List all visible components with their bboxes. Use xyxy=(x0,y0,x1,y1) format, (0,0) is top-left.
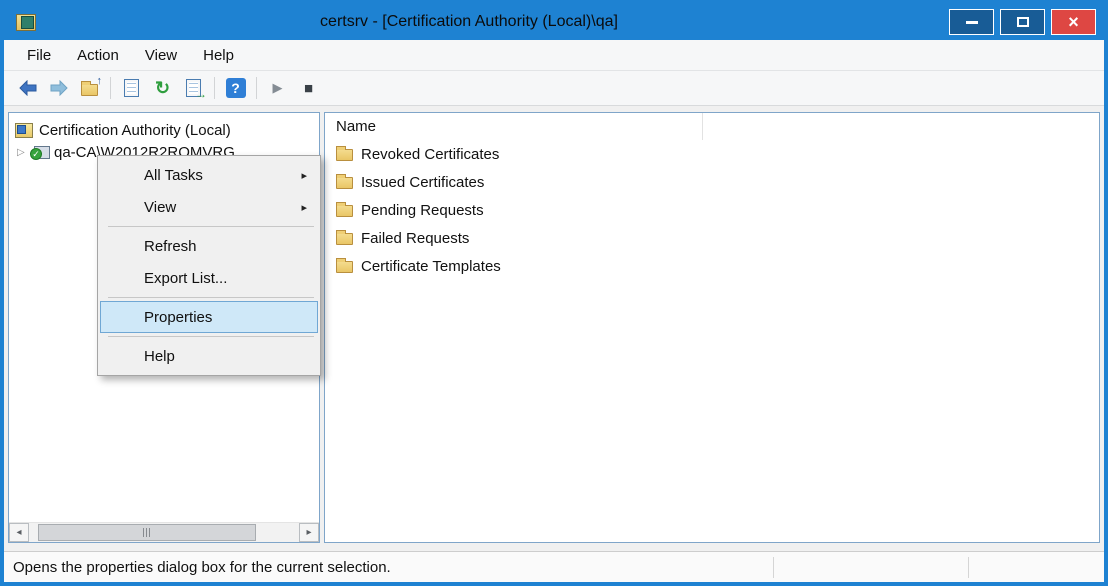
list-item-revoked-certificates[interactable]: Revoked Certificates xyxy=(325,140,1099,168)
up-arrow-icon: ↑ xyxy=(97,75,103,87)
close-icon: × xyxy=(1068,13,1079,31)
export-list-button[interactable]: → xyxy=(180,75,207,102)
certsrv-window: certsrv - [Certification Authority (Loca… xyxy=(0,0,1108,586)
toolbar-separator xyxy=(214,77,215,99)
context-menu-item-label: All Tasks xyxy=(144,167,203,184)
folder-icon xyxy=(336,177,353,189)
expand-arrow-icon[interactable]: ▷ xyxy=(17,147,30,158)
scrollbar-track[interactable] xyxy=(29,523,299,542)
up-one-level-icon xyxy=(81,84,98,96)
context-menu-item-label: Export List... xyxy=(144,270,227,287)
menubar: File Action View Help xyxy=(4,40,1104,71)
start-service-icon: ▶ xyxy=(273,80,283,96)
back-icon xyxy=(19,80,37,96)
results-pane: Name Revoked Certificates Issued Certifi… xyxy=(324,112,1100,543)
context-menu-separator xyxy=(108,336,314,337)
statusbar-cell xyxy=(773,557,968,578)
ca-server-icon: ✓ xyxy=(34,146,50,159)
context-menu-item-help[interactable]: Help xyxy=(100,340,318,372)
submenu-arrow-icon: ▸ xyxy=(301,169,307,182)
folder-icon xyxy=(336,233,353,245)
refresh-button[interactable]: ↻ xyxy=(149,75,176,102)
list-item-label: Certificate Templates xyxy=(361,258,501,275)
scroll-left-button[interactable]: ◂ xyxy=(9,523,29,542)
list-item-certificate-templates[interactable]: Certificate Templates xyxy=(325,252,1099,280)
context-menu: All Tasks ▸ View ▸ Refresh Export List..… xyxy=(97,155,321,376)
statusbar-cell xyxy=(968,557,1104,578)
minimize-icon xyxy=(966,21,978,24)
forward-icon xyxy=(50,80,68,96)
context-menu-separator xyxy=(108,297,314,298)
context-menu-separator xyxy=(108,226,314,227)
folder-icon xyxy=(336,149,353,161)
folder-icon xyxy=(336,261,353,273)
up-one-level-button[interactable]: ↑ xyxy=(76,75,103,102)
context-menu-item-export-list[interactable]: Export List... xyxy=(100,262,318,294)
menu-action[interactable]: Action xyxy=(64,43,132,68)
context-menu-item-view[interactable]: View ▸ xyxy=(100,191,318,223)
list-item-label: Failed Requests xyxy=(361,230,469,247)
scrollbar-thumb[interactable] xyxy=(38,524,256,541)
help-button[interactable]: ? xyxy=(222,75,249,102)
list-item-label: Pending Requests xyxy=(361,202,484,219)
maximize-button[interactable] xyxy=(1000,9,1045,35)
start-service-button[interactable]: ▶ xyxy=(264,75,291,102)
stop-service-button[interactable]: ■ xyxy=(295,75,322,102)
status-text: Opens the properties dialog box for the … xyxy=(4,559,773,576)
column-header-name[interactable]: Name xyxy=(325,113,703,140)
list-item-label: Issued Certificates xyxy=(361,174,484,191)
horizontal-scrollbar[interactable]: ◂ ▸ xyxy=(9,522,319,542)
statusbar: Opens the properties dialog box for the … xyxy=(4,551,1104,582)
folder-icon xyxy=(336,205,353,217)
refresh-icon: ↻ xyxy=(155,78,170,99)
menu-help[interactable]: Help xyxy=(190,43,247,68)
close-button[interactable]: × xyxy=(1051,9,1096,35)
list-item-pending-requests[interactable]: Pending Requests xyxy=(325,196,1099,224)
show-hide-console-tree-icon xyxy=(124,79,139,97)
menu-view[interactable]: View xyxy=(132,43,190,68)
export-arrow-icon: → xyxy=(195,87,207,101)
toolbar: ↑ ↻ → ? ▶ ■ xyxy=(4,71,1104,106)
show-hide-console-tree-button[interactable] xyxy=(118,75,145,102)
toolbar-separator xyxy=(110,77,111,99)
context-menu-item-properties[interactable]: Properties xyxy=(100,301,318,333)
scrollbar-grip xyxy=(143,528,151,537)
context-menu-item-label: Properties xyxy=(144,309,212,326)
certification-authority-icon xyxy=(15,123,33,138)
minimize-button[interactable] xyxy=(949,9,994,35)
tree-item-label: Certification Authority (Local) xyxy=(39,122,231,139)
list-item-issued-certificates[interactable]: Issued Certificates xyxy=(325,168,1099,196)
titlebar: certsrv - [Certification Authority (Loca… xyxy=(4,4,1104,40)
forward-button[interactable] xyxy=(45,75,72,102)
context-menu-item-all-tasks[interactable]: All Tasks ▸ xyxy=(100,159,318,191)
green-check-icon: ✓ xyxy=(30,148,42,160)
menu-file[interactable]: File xyxy=(14,43,64,68)
stop-service-icon: ■ xyxy=(304,80,313,97)
back-button[interactable] xyxy=(14,75,41,102)
submenu-arrow-icon: ▸ xyxy=(301,201,307,214)
help-icon: ? xyxy=(226,78,246,98)
context-menu-item-label: Help xyxy=(144,348,175,365)
tree-item-certification-authority[interactable]: Certification Authority (Local) xyxy=(9,119,319,141)
context-menu-item-refresh[interactable]: Refresh xyxy=(100,230,318,262)
list-item-failed-requests[interactable]: Failed Requests xyxy=(325,224,1099,252)
maximize-icon xyxy=(1017,17,1029,27)
list-header: Name xyxy=(325,113,1099,140)
window-title: certsrv - [Certification Authority (Loca… xyxy=(4,13,934,31)
scroll-right-button[interactable]: ▸ xyxy=(299,523,319,542)
context-menu-item-label: Refresh xyxy=(144,238,197,255)
list-item-label: Revoked Certificates xyxy=(361,146,499,163)
toolbar-separator xyxy=(256,77,257,99)
caption-buttons: × xyxy=(949,9,1096,35)
context-menu-item-label: View xyxy=(144,199,176,216)
